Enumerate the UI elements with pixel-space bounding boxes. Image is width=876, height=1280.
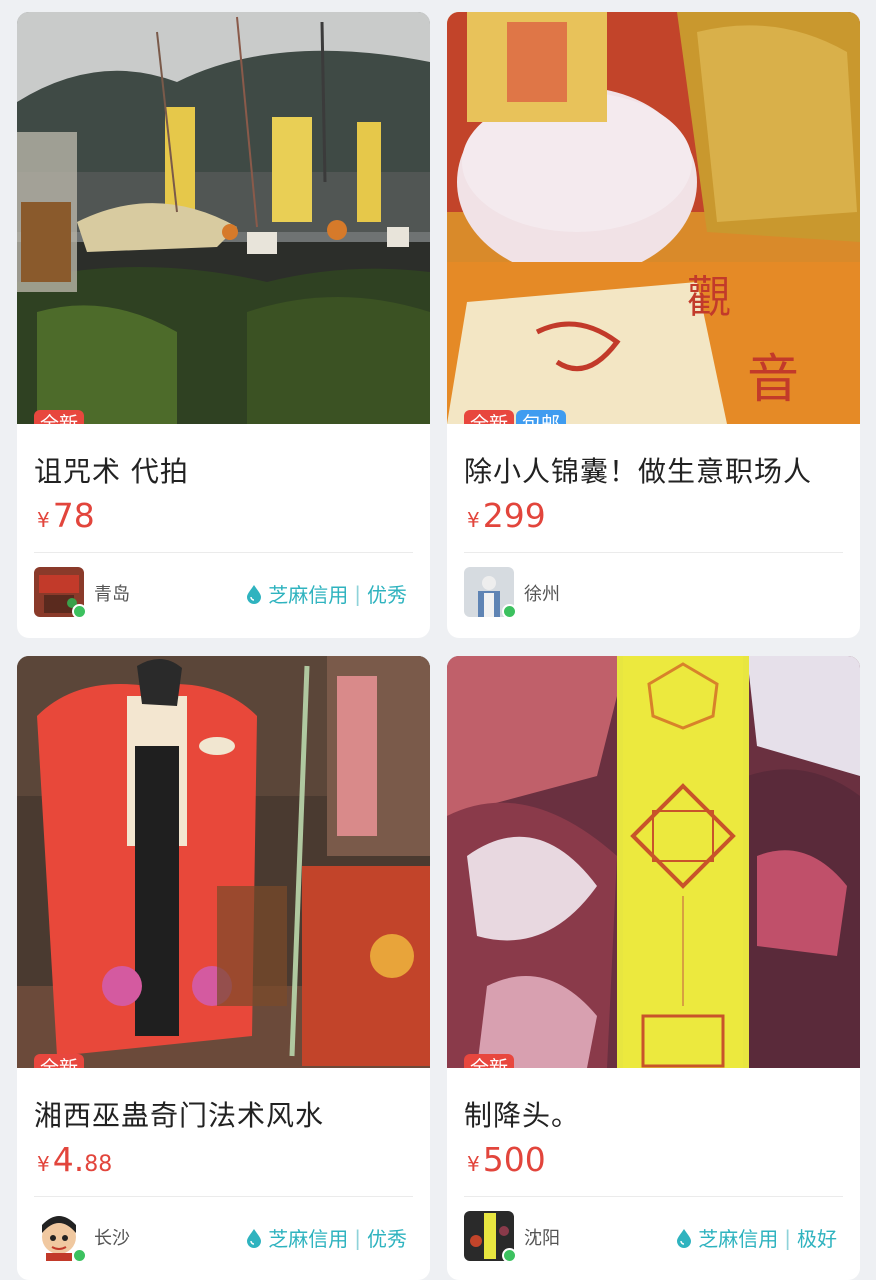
seller-row[interactable]: 青岛 芝麻信用 | 优秀 <box>34 567 413 619</box>
product-image[interactable]: 全新 <box>17 12 430 424</box>
online-status-dot <box>502 1248 517 1263</box>
sesame-credit-drop-icon <box>247 584 262 604</box>
product-card[interactable]: 觀 音 全新 包邮 除小人锦囊！做生意职场人 ¥299 徐州 <box>447 12 860 638</box>
badge-new: 全新 <box>34 410 85 424</box>
seller-city: 长沙 <box>94 1228 130 1249</box>
credit-separator: | <box>784 1225 791 1250</box>
divider <box>34 1196 413 1197</box>
seller-city: 青岛 <box>94 584 130 605</box>
product-card[interactable]: 全新 诅咒术 代拍 ¥78 青岛 芝麻信用 | 优秀 <box>17 12 430 638</box>
product-title[interactable]: 诅咒术 代拍 <box>34 450 189 490</box>
price-integer: 299 <box>482 496 546 535</box>
price-decimal: 88 <box>84 1152 113 1177</box>
badge-group: 全新 <box>464 1054 515 1068</box>
badge-group: 全新 <box>34 1054 85 1068</box>
divider <box>464 552 843 553</box>
online-status-dot <box>72 1248 87 1263</box>
product-price: ¥500 <box>467 1140 546 1179</box>
sesame-credit-drop-icon <box>247 1228 262 1248</box>
credit-label: 芝麻信用 <box>268 1227 349 1251</box>
online-status-dot <box>72 604 87 619</box>
badge-new: 全新 <box>464 1054 515 1068</box>
product-card[interactable]: 全新 湘西巫蛊奇门法术风水 ¥4.88 长沙 芝麻信用 | 优秀 <box>17 656 430 1280</box>
seller-city: 沈阳 <box>524 1228 560 1249</box>
credit-rating: 芝麻信用 | 极好 <box>674 1223 837 1252</box>
product-title[interactable]: 湘西巫蛊奇门法术风水 <box>34 1094 324 1134</box>
price-integer: 4. <box>52 1140 85 1179</box>
seller-row[interactable]: 徐州 <box>464 567 843 619</box>
product-price: ¥78 <box>37 496 95 535</box>
product-title[interactable]: 除小人锦囊！做生意职场人 <box>464 450 812 490</box>
online-status-dot <box>502 604 517 619</box>
credit-separator: | <box>354 581 361 606</box>
credit-level: 优秀 <box>367 1227 407 1251</box>
seller-row[interactable]: 沈阳 芝麻信用 | 极好 <box>464 1211 843 1263</box>
currency-symbol: ¥ <box>467 1152 480 1176</box>
badge-free-shipping: 包邮 <box>516 410 567 424</box>
svg-text:音: 音 <box>747 350 799 410</box>
seller-row[interactable]: 长沙 芝麻信用 | 优秀 <box>34 1211 413 1263</box>
divider <box>34 552 413 553</box>
currency-symbol: ¥ <box>37 1152 50 1176</box>
price-integer: 500 <box>482 1140 546 1179</box>
product-image[interactable]: 觀 音 全新 包邮 <box>447 12 860 424</box>
product-price: ¥4.88 <box>37 1140 112 1179</box>
credit-level: 极好 <box>797 1227 837 1251</box>
product-title[interactable]: 制降头。 <box>464 1094 580 1134</box>
svg-text:觀: 觀 <box>687 272 731 323</box>
badge-group: 全新 包邮 <box>464 410 567 424</box>
product-price: ¥299 <box>467 496 546 535</box>
credit-separator: | <box>354 1225 361 1250</box>
divider <box>464 1196 843 1197</box>
seller-city: 徐州 <box>524 584 560 605</box>
credit-label: 芝麻信用 <box>268 583 349 607</box>
product-card[interactable]: 全新 制降头。 ¥500 沈阳 芝麻信用 | 极好 <box>447 656 860 1280</box>
product-image[interactable]: 全新 <box>17 656 430 1068</box>
badge-new: 全新 <box>464 410 515 424</box>
credit-rating: 芝麻信用 | 优秀 <box>244 579 407 608</box>
sesame-credit-drop-icon <box>677 1228 692 1248</box>
price-integer: 78 <box>52 496 95 535</box>
credit-label: 芝麻信用 <box>698 1227 779 1251</box>
badge-new: 全新 <box>34 1054 85 1068</box>
currency-symbol: ¥ <box>37 508 50 532</box>
credit-level: 优秀 <box>367 583 407 607</box>
product-image[interactable]: 全新 <box>447 656 860 1068</box>
badge-group: 全新 <box>34 410 85 424</box>
currency-symbol: ¥ <box>467 508 480 532</box>
credit-rating: 芝麻信用 | 优秀 <box>244 1223 407 1252</box>
